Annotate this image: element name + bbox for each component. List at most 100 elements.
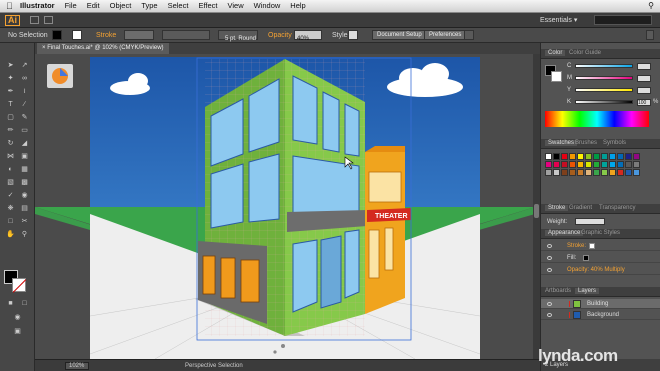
tab-layers[interactable]: Layers xyxy=(575,288,600,294)
swatch-chip[interactable] xyxy=(609,169,616,176)
tab-transparency[interactable]: Transparency xyxy=(599,205,635,211)
slice-tool-icon[interactable]: ✂ xyxy=(19,217,30,226)
workspace-switcher[interactable]: Essentials ▾ xyxy=(540,16,577,24)
tab-swatches[interactable]: Swatches xyxy=(545,140,578,146)
menu-type[interactable]: Type xyxy=(141,1,157,10)
pencil-tool-icon[interactable]: ✏ xyxy=(5,126,16,135)
eye-icon[interactable] xyxy=(547,256,552,260)
stroke-none-icon[interactable] xyxy=(12,278,26,292)
tab-appearance[interactable]: Appearance xyxy=(545,230,584,236)
type-tool-icon[interactable]: T xyxy=(5,100,16,109)
preferences-button[interactable]: Preferences xyxy=(424,30,467,40)
symbol-sprayer-tool-icon[interactable]: ❋ xyxy=(5,204,16,213)
width-tool-icon[interactable]: ⋈ xyxy=(5,152,16,161)
bridge-icon[interactable] xyxy=(30,16,39,24)
layer-name[interactable]: Background xyxy=(587,312,619,318)
horizon-handle-icon[interactable] xyxy=(281,344,285,348)
perspective-grid-tool-icon[interactable]: ▦ xyxy=(19,165,30,174)
rotate-tool-icon[interactable]: ↻ xyxy=(5,139,16,148)
swatch-chip[interactable] xyxy=(545,169,552,176)
eye-icon[interactable] xyxy=(547,302,552,306)
layer-name[interactable]: Building xyxy=(587,301,608,307)
align-icon[interactable] xyxy=(464,30,474,40)
tab-artboards[interactable]: Artboards xyxy=(545,288,571,294)
tab-symbols[interactable]: Symbols xyxy=(603,140,626,146)
swatch-chip[interactable] xyxy=(601,169,608,176)
channel-c-slider[interactable] xyxy=(575,64,633,68)
fill-black-swatch[interactable] xyxy=(583,255,589,261)
swatch-chip[interactable] xyxy=(577,161,584,168)
artboard-artwork[interactable]: THEATER xyxy=(35,54,540,359)
menu-effect[interactable]: Effect xyxy=(198,1,217,10)
menu-window[interactable]: Window xyxy=(254,1,281,10)
eye-icon[interactable] xyxy=(547,268,552,272)
layer-row-building[interactable]: Building xyxy=(541,299,660,309)
channel-k-slider[interactable] xyxy=(575,100,633,104)
none-mode-icon[interactable]: □ xyxy=(19,299,30,308)
swatch-chip[interactable] xyxy=(585,153,592,160)
swatch-chip[interactable] xyxy=(593,153,600,160)
appearance-stroke-row[interactable]: Stroke: xyxy=(541,241,660,251)
hand-tool-icon[interactable]: ✋ xyxy=(5,230,16,239)
arrange-documents-icon[interactable] xyxy=(44,16,53,24)
swatch-chip[interactable] xyxy=(553,169,560,176)
swatch-chip[interactable] xyxy=(569,153,576,160)
channel-m-slider[interactable] xyxy=(575,76,633,80)
swatch-chip[interactable] xyxy=(617,161,624,168)
swatch-chip[interactable] xyxy=(609,161,616,168)
line-tool-icon[interactable]: ∕ xyxy=(19,100,30,109)
ground-level-handle-icon[interactable] xyxy=(273,350,277,354)
swatch-chip[interactable] xyxy=(633,161,640,168)
menu-file[interactable]: File xyxy=(65,1,77,10)
swatch-chip[interactable] xyxy=(625,153,632,160)
vertical-scrollbar[interactable] xyxy=(533,54,540,359)
channel-k-field[interactable]: 100 xyxy=(637,99,651,106)
layer-row-background[interactable]: Background xyxy=(541,310,660,320)
scale-tool-icon[interactable]: ◢ xyxy=(19,139,30,148)
curvature-tool-icon[interactable]: ≀ xyxy=(19,87,30,96)
swatch-chip[interactable] xyxy=(633,169,640,176)
color-spectrum[interactable] xyxy=(545,111,649,127)
swatch-chip[interactable] xyxy=(569,161,576,168)
swatch-chip[interactable] xyxy=(561,169,568,176)
tab-brushes[interactable]: Brushes xyxy=(575,140,597,146)
magic-wand-tool-icon[interactable]: ✦ xyxy=(5,74,16,83)
color-stroke-swatch[interactable] xyxy=(551,71,562,82)
stroke-swatch[interactable] xyxy=(72,30,82,40)
appearance-opacity-label[interactable]: Opacity: 40% Multiply xyxy=(567,267,625,273)
spotlight-icon[interactable]: ⚲ xyxy=(648,1,654,10)
eye-icon[interactable] xyxy=(547,244,552,248)
plane-switching-widget-icon[interactable] xyxy=(47,64,73,88)
opacity-field[interactable]: 40% xyxy=(294,30,322,42)
channel-c-field[interactable] xyxy=(637,63,651,70)
menu-illustrator[interactable]: Illustrator xyxy=(20,1,55,10)
artboard-tool-icon[interactable]: □ xyxy=(5,217,16,226)
appearance-stroke-label[interactable]: Stroke: xyxy=(567,243,586,249)
eraser-tool-icon[interactable]: ▭ xyxy=(19,126,30,135)
channel-m-field[interactable] xyxy=(637,75,651,82)
channel-y-slider[interactable] xyxy=(575,88,633,92)
scroll-thumb[interactable] xyxy=(534,204,539,218)
swatch-chip[interactable] xyxy=(593,169,600,176)
blend-tool-icon[interactable]: ◉ xyxy=(19,191,30,200)
swatch-chip[interactable] xyxy=(561,161,568,168)
swatch-chip[interactable] xyxy=(617,153,624,160)
swatch-chip[interactable] xyxy=(545,153,552,160)
color-mode-icon[interactable]: ■ xyxy=(5,299,16,308)
appearance-fill-label[interactable]: Fill: xyxy=(567,255,576,261)
variable-width-profile[interactable] xyxy=(162,30,210,40)
direct-selection-tool-icon[interactable]: ↗ xyxy=(19,61,30,70)
swatch-chip[interactable] xyxy=(633,153,640,160)
eyedropper-tool-icon[interactable]: ✓ xyxy=(5,191,16,200)
swatch-chip[interactable] xyxy=(585,169,592,176)
swatch-chip[interactable] xyxy=(553,153,560,160)
swatch-chip[interactable] xyxy=(617,169,624,176)
close-tab-icon[interactable]: × xyxy=(42,45,46,51)
channel-y-field[interactable] xyxy=(637,87,651,94)
graphic-style-swatch[interactable] xyxy=(348,30,358,40)
menu-object[interactable]: Object xyxy=(110,1,132,10)
column-graph-tool-icon[interactable]: ▤ xyxy=(19,204,30,213)
swatch-chip[interactable] xyxy=(609,153,616,160)
eye-icon[interactable] xyxy=(547,313,552,317)
menu-help[interactable]: Help xyxy=(290,1,305,10)
